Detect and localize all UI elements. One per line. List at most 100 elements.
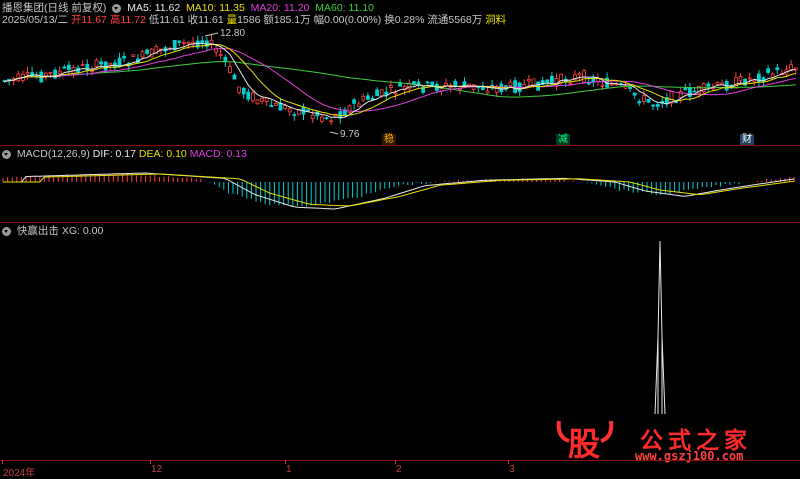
candle-body	[568, 82, 573, 85]
float-label: 流通	[427, 14, 449, 26]
candle-body	[186, 41, 191, 44]
candle-body	[200, 40, 205, 44]
candle-body	[283, 105, 288, 110]
candle-body	[646, 98, 651, 103]
candle-body	[99, 61, 103, 65]
dropdown-icon[interactable]	[2, 226, 11, 236]
candle-body	[292, 114, 297, 116]
candle-body	[536, 81, 540, 91]
low-price-mark: 9.76	[340, 129, 360, 140]
high-price-mark: 12.80	[220, 28, 246, 39]
candle-body	[329, 120, 334, 123]
stock-title[interactable]: 播恩集团(日线 前复权)	[2, 2, 106, 14]
candle-body	[103, 61, 108, 71]
macd-value: MACD: 0.13	[189, 148, 247, 160]
candle-body	[683, 87, 688, 91]
candle-body	[227, 66, 232, 74]
candle-body	[361, 95, 366, 101]
candle-body	[246, 91, 251, 100]
ma10-value: MA10: 11.35	[186, 2, 245, 14]
x-label: 1	[286, 464, 292, 475]
volume-label: 量	[226, 14, 238, 26]
candle-body	[306, 109, 311, 112]
candle-body	[356, 103, 361, 107]
candle-body	[508, 81, 513, 87]
candle-body	[117, 57, 122, 67]
candle-body	[692, 90, 697, 93]
candle-body	[255, 99, 260, 105]
candle-body	[453, 81, 458, 87]
turnover-label: 换	[384, 14, 395, 26]
candle-body	[149, 48, 154, 58]
low-label: 低	[148, 14, 160, 26]
price-chart[interactable]	[0, 26, 800, 146]
candle-body	[232, 74, 237, 80]
amount-label: 额	[263, 14, 274, 26]
close-value: 11.61	[198, 14, 224, 26]
candle-body	[609, 83, 614, 86]
macd-title[interactable]: MACD(12,26,9)	[17, 148, 90, 160]
dea-line	[3, 173, 795, 207]
candle-body	[310, 114, 315, 120]
extra-link[interactable]: 洞料	[485, 14, 506, 26]
x-label: 3	[509, 464, 515, 475]
x-label: 2024年	[3, 468, 36, 479]
candle-body	[44, 72, 48, 77]
ma20-value: MA20: 11.20	[250, 2, 310, 14]
candle-body	[250, 92, 255, 102]
candlesticks	[2, 34, 798, 125]
candle-body	[655, 104, 660, 107]
dif-value: DIF: 0.17	[92, 148, 136, 160]
high-label: 高	[109, 14, 121, 26]
panel-separator-2	[0, 222, 800, 223]
candle-body	[260, 97, 265, 102]
dropdown-icon[interactable]	[112, 3, 122, 13]
candle-body	[752, 79, 757, 82]
candle-body	[62, 66, 67, 69]
candle-body	[545, 79, 550, 83]
amount-value: 185.1万	[273, 14, 311, 26]
candle-body	[642, 95, 646, 102]
chart-header-line2: 2025/05/13/二 开11.67 高11.72 低11.61 收11.61…	[2, 14, 506, 26]
candle-body	[393, 92, 398, 95]
candle-body	[550, 75, 554, 84]
signal-spike	[654, 240, 666, 415]
turnover-value: 0.28%	[394, 14, 425, 26]
candle-body	[600, 84, 605, 87]
x-axis-line	[0, 460, 800, 461]
dif-line	[3, 172, 795, 210]
panel-separator-1	[0, 145, 800, 146]
candle-body	[287, 108, 292, 113]
candle-body	[273, 103, 278, 106]
low-marker-line	[329, 131, 339, 135]
macd-chart[interactable]	[0, 160, 800, 222]
candle-body	[122, 55, 126, 59]
chart-header-line1: 播恩集团(日线 前复权) MA5: 11.62 MA10: 11.35 MA20…	[2, 2, 374, 14]
candle-body	[16, 73, 21, 82]
candle-body	[365, 95, 370, 100]
candle-body	[388, 85, 393, 88]
candle-body	[789, 64, 793, 70]
candle-body	[628, 87, 632, 89]
high-value: 11.72	[120, 14, 146, 26]
candle-body	[25, 71, 30, 75]
candle-body	[425, 81, 430, 84]
candle-body	[264, 97, 269, 102]
open-label: 开	[70, 14, 82, 26]
candle-body	[370, 98, 375, 100]
candle-body	[379, 89, 384, 97]
candle-body	[775, 67, 780, 71]
x-label: 2	[396, 464, 402, 475]
dropdown-icon[interactable]	[2, 149, 11, 159]
x-label: 12	[151, 464, 163, 475]
macd-histogram	[2, 173, 795, 207]
close-label: 收	[187, 14, 199, 26]
candle-body	[738, 76, 743, 81]
float-value: 5568万	[448, 14, 483, 26]
volume-value: 1586	[237, 14, 261, 26]
candle-body	[94, 59, 99, 67]
candle-body	[467, 83, 472, 86]
candle-body	[485, 90, 490, 94]
candle-body	[67, 64, 71, 70]
candle-body	[706, 83, 711, 87]
